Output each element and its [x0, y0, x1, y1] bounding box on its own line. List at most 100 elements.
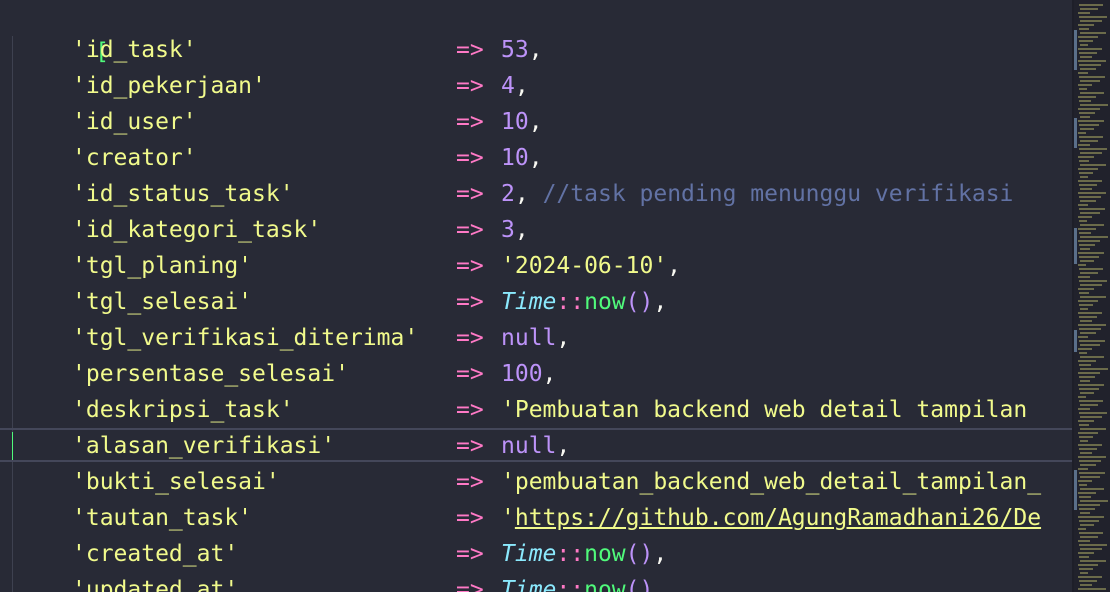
minimap-line — [1080, 176, 1088, 178]
code-line-arrow: => — [456, 536, 484, 572]
minimap-line — [1079, 568, 1093, 570]
code-line-key[interactable]: 'persentase_selesai' — [72, 356, 349, 392]
minimap-line — [1079, 100, 1091, 102]
code-line-value[interactable]: 10, — [501, 140, 543, 176]
scope-operator: :: — [556, 577, 585, 592]
minimap-line — [1080, 584, 1092, 586]
code-line-arrow: => — [456, 176, 484, 212]
minimap-line — [1080, 536, 1098, 538]
minimap-line — [1080, 296, 1106, 298]
code-line-value[interactable]: 4, — [501, 68, 529, 104]
minimap-line — [1079, 472, 1105, 474]
minimap-line — [1080, 188, 1092, 190]
comma: , — [528, 145, 543, 171]
minimap-line — [1078, 108, 1100, 110]
function-name: now — [584, 577, 626, 592]
minimap-line — [1078, 564, 1098, 566]
minimap-line — [1080, 548, 1102, 550]
code-line-key[interactable]: 'created_at' — [72, 536, 238, 572]
minimap-line — [1080, 428, 1106, 430]
minimap-line — [1079, 160, 1089, 162]
code-line-value[interactable]: 3, — [501, 212, 529, 248]
minimap-line — [1079, 316, 1097, 318]
minimap-line — [1079, 124, 1099, 126]
code-line-key[interactable]: 'tautan_task' — [72, 500, 252, 536]
comma: , — [556, 325, 571, 351]
code-line-value[interactable]: 'Pembuatan backend web detail tampilan — [501, 392, 1027, 428]
code-line-key[interactable]: 'id_user' — [72, 104, 197, 140]
minimap[interactable] — [1074, 0, 1110, 592]
code-line-value[interactable]: null, — [501, 428, 570, 464]
code-line-value[interactable]: 'pembuatan_backend_web_detail_tampilan_ — [501, 464, 1041, 500]
parentheses: () — [625, 541, 654, 567]
minimap-line — [1078, 408, 1090, 410]
array-key: 'tgl_planing' — [72, 253, 253, 279]
code-line-value[interactable]: Time::now(), — [501, 536, 667, 572]
minimap-line — [1079, 172, 1093, 174]
code-area[interactable]: [ 'id_task' => 53, 'id_pekerjaan' => 4, 'id_us… — [0, 0, 1072, 592]
minimap-line — [1079, 544, 1107, 546]
array-key: 'id_status_task' — [72, 181, 294, 207]
code-line-key[interactable]: 'id_kategori_task' — [72, 212, 321, 248]
code-line-open-bracket[interactable]: [ — [12, 0, 109, 65]
code-line-key[interactable]: 'tgl_planing' — [72, 248, 252, 284]
code-line-key[interactable]: 'creator' — [72, 140, 197, 176]
code-line-value[interactable]: 10, — [501, 104, 543, 140]
code-line-arrow: => — [456, 392, 484, 428]
minimap-line — [1079, 40, 1093, 42]
number-value: 53 — [501, 37, 529, 63]
minimap-line — [1080, 344, 1100, 346]
code-line-key[interactable]: 'deskripsi_task' — [72, 392, 294, 428]
comma: , — [528, 109, 543, 135]
minimap-line — [1080, 368, 1108, 370]
minimap-line — [1078, 528, 1086, 530]
minimap-line — [1079, 484, 1087, 486]
minimap-line — [1080, 128, 1094, 130]
minimap-line — [1078, 180, 1102, 182]
minimap-line — [1078, 24, 1094, 26]
minimap-line — [1079, 412, 1107, 414]
minimap-line — [1079, 520, 1099, 522]
code-line-value[interactable]: Time::now(), — [501, 572, 667, 592]
code-line-key[interactable]: 'tgl_selesai' — [72, 284, 252, 320]
code-line-key[interactable]: 'id_pekerjaan' — [72, 68, 266, 104]
minimap-line — [1080, 164, 1106, 166]
minimap-line — [1080, 8, 1098, 10]
array-key: 'updated_at' — [72, 577, 239, 592]
minimap-line — [1079, 136, 1103, 138]
arrow-operator: => — [456, 73, 484, 99]
minimap-line — [1080, 152, 1102, 154]
comma: , — [653, 577, 668, 592]
code-line-key[interactable]: 'alasan_verifikasi' — [72, 428, 335, 464]
arrow-operator: => — [456, 469, 484, 495]
code-line-value[interactable]: '2024-06-10', — [501, 248, 681, 284]
code-line-key[interactable]: 'tgl_verifikasi_diterima' — [72, 320, 418, 356]
code-line-value[interactable]: 'https://github.com/AgungRamadhani26/De — [501, 500, 1041, 536]
code-line-arrow: => — [456, 428, 484, 464]
minimap-line — [1080, 476, 1100, 478]
code-line-value[interactable]: 2, //task pending menunggu verifikasi — [501, 176, 1013, 212]
array-key: 'tgl_verifikasi_diterima' — [72, 325, 419, 351]
minimap-line — [1080, 224, 1104, 226]
code-line-key[interactable]: 'bukti_selesai' — [72, 464, 280, 500]
code-line-value[interactable]: Time::now(), — [501, 284, 667, 320]
code-line-key[interactable]: 'updated_at' — [72, 572, 238, 592]
code-line-value[interactable]: 53, — [501, 32, 543, 68]
minimap-line — [1078, 60, 1106, 62]
code-editor[interactable]: [ 'id_task' => 53, 'id_pekerjaan' => 4, 'id_us… — [0, 0, 1110, 592]
arrow-operator: => — [456, 577, 484, 592]
code-line-value[interactable]: null, — [501, 320, 570, 356]
string-value: 'Pembuatan backend web detail tampilan — [501, 397, 1028, 423]
null-value: null — [501, 325, 557, 351]
code-line-key[interactable]: 'id_status_task' — [72, 176, 294, 212]
minimap-line — [1080, 560, 1106, 562]
minimap-marker — [1074, 470, 1077, 510]
arrow-operator: => — [456, 289, 484, 315]
minimap-line — [1080, 116, 1090, 118]
code-line-key[interactable]: 'id_task' — [72, 32, 197, 68]
arrow-operator: => — [456, 109, 484, 135]
minimap-line — [1080, 488, 1104, 490]
url-link: https://github.com/AgungRamadhani26/De — [514, 505, 1042, 531]
code-line-arrow: => — [456, 320, 484, 356]
code-line-value[interactable]: 100, — [501, 356, 556, 392]
